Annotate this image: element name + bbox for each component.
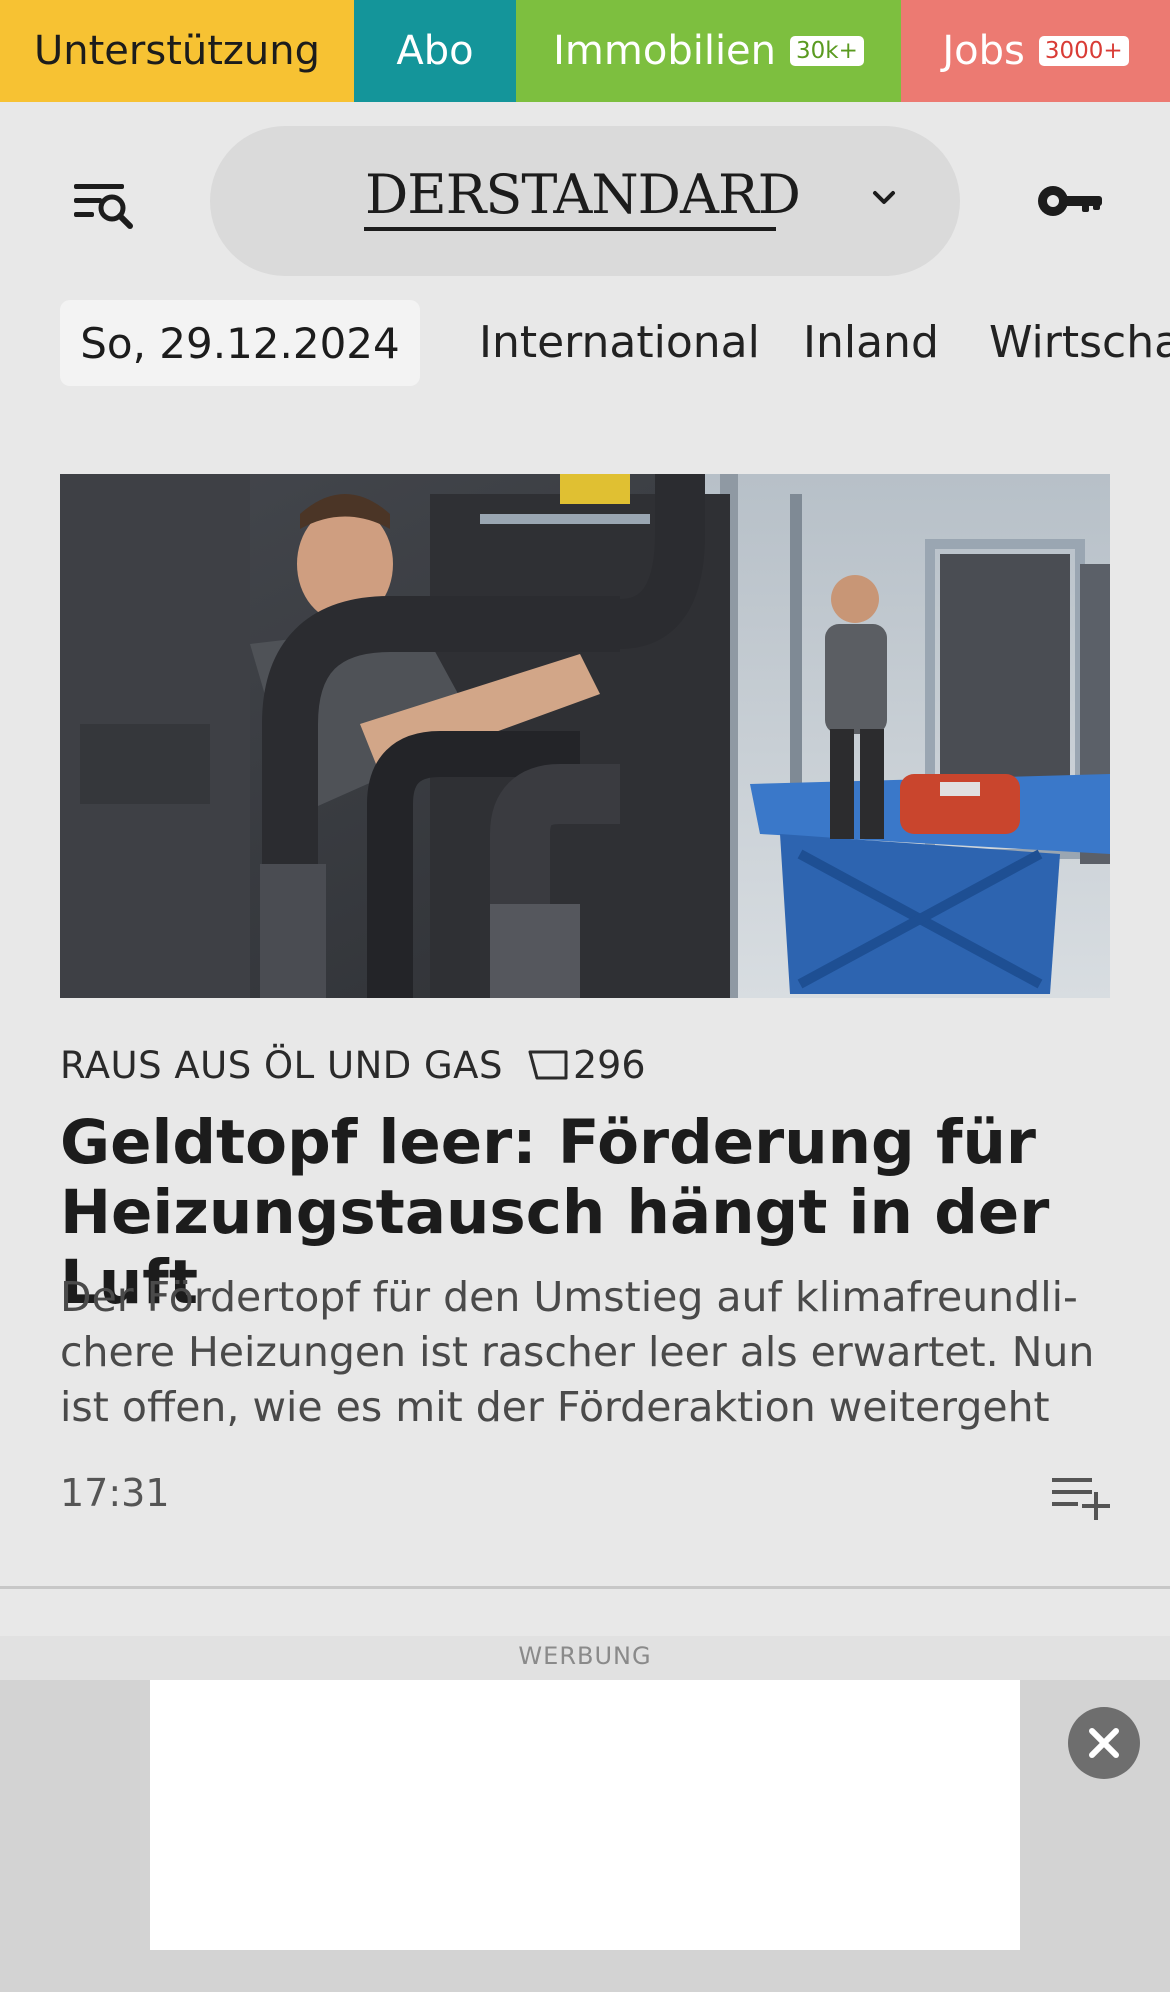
site-logo[interactable]: DERSTANDARD: [365, 158, 801, 232]
masthead-switcher[interactable]: DERSTANDARD: [210, 126, 960, 276]
nav-item-international[interactable]: International: [479, 314, 760, 372]
playlist-add-icon: [1052, 1478, 1110, 1520]
menu-search-button[interactable]: [68, 172, 142, 238]
jobs-count-badge: 3000+: [1038, 36, 1129, 66]
jobs-label: Jobs: [942, 28, 1025, 74]
chevron-down-icon[interactable]: [870, 186, 898, 210]
top-service-bar: Unterstützung Abo Immobilien 30k+ Jobs 3…: [0, 0, 1170, 102]
ad-close-button[interactable]: [1068, 1707, 1140, 1779]
date-chip[interactable]: So, 29.12.2024: [60, 300, 420, 386]
immobilien-count-badge: 30k+: [790, 36, 864, 66]
support-label: Unterstützung: [33, 28, 320, 74]
immobilien-link[interactable]: Immobilien 30k+: [516, 0, 901, 102]
menu-search-icon: [74, 184, 133, 229]
close-icon: [1089, 1728, 1119, 1758]
logo-underline: [364, 227, 776, 231]
ad-banner[interactable]: [150, 1680, 1020, 1950]
abo-label: Abo: [396, 28, 474, 74]
comment-count[interactable]: 296: [573, 1043, 646, 1087]
ad-label: WERBUNG: [518, 1642, 652, 1670]
section-divider: [0, 1586, 1170, 1589]
immobilien-label: Immobilien: [553, 28, 777, 74]
abo-link[interactable]: Abo: [354, 0, 516, 102]
article-kicker[interactable]: RAUS AUS ÖL UND GAS: [60, 1044, 503, 1087]
support-link[interactable]: Unterstützung: [0, 0, 354, 102]
hero-photo: [60, 474, 1110, 998]
nav-item-inland[interactable]: Inland: [803, 314, 939, 372]
add-to-list-button[interactable]: [1050, 1474, 1110, 1522]
key-icon: [1038, 186, 1102, 216]
article-meta: RAUS AUS ÖL UND GAS 296: [60, 1042, 646, 1088]
article-hero-image[interactable]: [60, 474, 1110, 998]
login-button[interactable]: [1036, 178, 1106, 224]
comment-icon[interactable]: [527, 1049, 569, 1081]
current-date: So, 29.12.2024: [80, 318, 400, 368]
article-time: 17:31: [60, 1471, 170, 1515]
nav-item-wirtschaft[interactable]: Wirtscha: [989, 314, 1170, 372]
jobs-link[interactable]: Jobs 3000+: [901, 0, 1170, 102]
article-teaser[interactable]: Der Fördertopf für den Umstieg auf klima…: [60, 1270, 1120, 1435]
